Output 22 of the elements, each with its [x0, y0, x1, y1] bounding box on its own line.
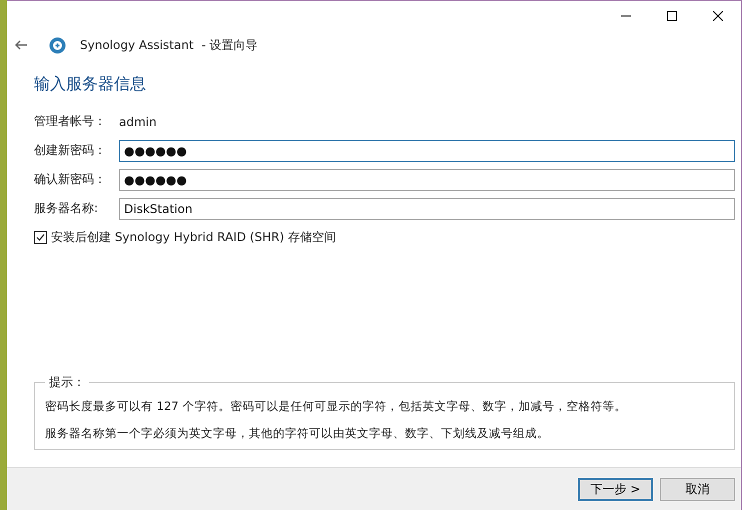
back-button[interactable] — [13, 38, 29, 52]
next-button[interactable]: 下一步 > — [578, 478, 653, 500]
hint-title: 提示： — [48, 374, 86, 391]
window-subtitle: - 设置向导 — [202, 36, 258, 54]
input-field[interactable]: DiskStation — [119, 198, 735, 220]
window-title: Synology Assistant — [80, 38, 194, 52]
account-value: admin — [119, 114, 157, 128]
close-icon[interactable] — [713, 10, 723, 20]
maximize-icon[interactable] — [667, 10, 677, 20]
checkbox-label: 安装后创建 Synology Hybrid RAID (SHR) 存储空间 — [51, 229, 336, 246]
field-label: 服务器名称: — [34, 200, 100, 217]
cancel-button[interactable]: 取消 — [660, 478, 735, 500]
checkbox[interactable] — [34, 231, 47, 244]
field-label: 管理者帐号： — [34, 113, 107, 130]
password-field[interactable]: ●●●●●● — [119, 140, 735, 162]
hint-text: 服务器名称第一个字必须为英文字母，其他的字符可以由英文字母、数字、下划线及减号组成。 — [45, 426, 550, 441]
hint-text: 密码长度最多可以有 127 个字符。密码可以是任何可显示的字符，包括英文字母、数字，加减号，空格符等。 — [45, 399, 628, 414]
page-heading: 输入服务器信息 — [34, 74, 147, 95]
app-logo-icon — [49, 36, 66, 54]
field-label: 创建新密码： — [34, 142, 107, 159]
field-label: 确认新密码： — [34, 171, 107, 188]
password-field[interactable]: ●●●●●● — [119, 168, 735, 190]
